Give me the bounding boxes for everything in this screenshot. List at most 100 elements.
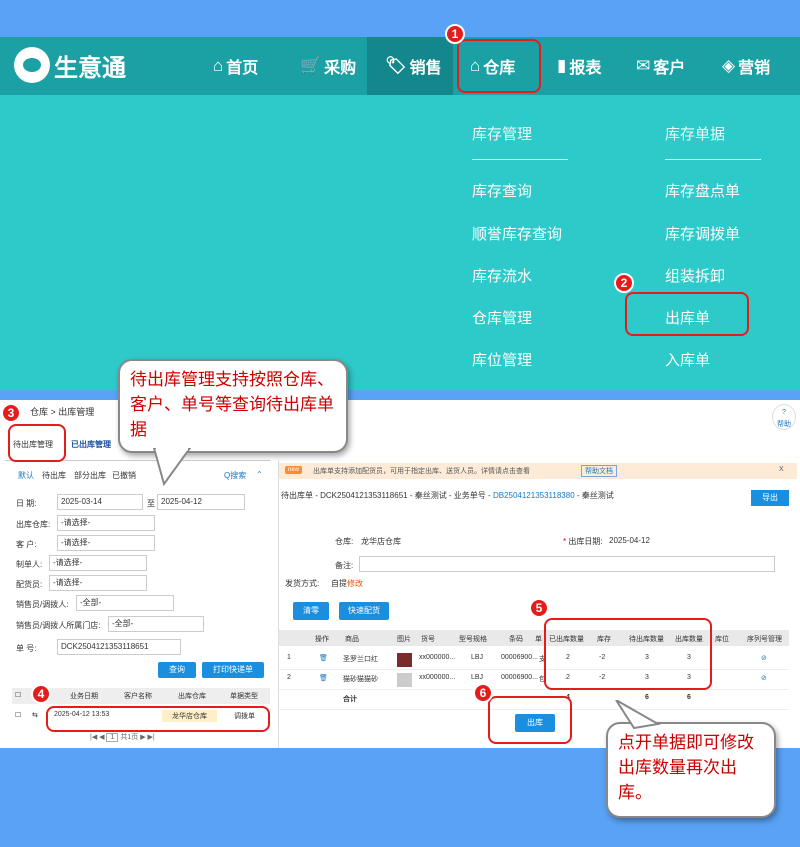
dd-divider [472, 159, 568, 160]
creator-label: 制单人: [16, 560, 43, 569]
filter-partial[interactable]: 部分出库 [74, 470, 106, 481]
table-row[interactable]: 2 🗑 猫砂猫猫砂 xx000000... LBJ 00006900... 包 … [279, 670, 789, 690]
select-all-checkbox[interactable]: ☐ [15, 691, 21, 699]
pager-prev-icon[interactable]: |◀ ◀ [90, 734, 106, 741]
serial-icon[interactable]: ⊘ [761, 654, 767, 662]
detail-warehouse-label: 仓库: [335, 537, 354, 546]
detail-warehouse-value: 龙华店仓库 [361, 537, 401, 546]
dd-item-stock-query[interactable]: 库存查询 [472, 180, 532, 201]
step-badge-3: 3 [1, 403, 21, 423]
detail-date-value: 2025-04-12 [609, 536, 650, 545]
dd-item-stock-flow[interactable]: 库存流水 [472, 265, 532, 286]
breadcrumb: 仓库 > 出库管理 [30, 407, 95, 417]
help-doc-link[interactable]: 帮助文档 [581, 465, 617, 477]
dd-item-inbound[interactable]: 入库单 [665, 349, 710, 370]
highlight-row [46, 706, 270, 732]
dd-item-transfer[interactable]: 库存调拨单 [665, 223, 740, 244]
delete-icon[interactable]: 🗑 [319, 674, 328, 682]
pager-current[interactable]: 1 [106, 733, 119, 742]
detail-table-header: 操作 商品 图片 货号 型号规格 条码 单 已出库数量 库存 待出库数量 出库数… [279, 630, 789, 646]
clipboard-icon: ▮ [557, 56, 567, 75]
close-icon[interactable]: X [779, 466, 784, 473]
callout-bottom-tail [615, 700, 661, 730]
order-no-input[interactable]: DCK2504121353118651 [57, 639, 181, 655]
callout-top: 待出库管理支持按照仓库、客户、单号等查询待出库单据 [118, 359, 348, 453]
search-link[interactable]: Q搜索 [224, 470, 246, 481]
home-icon: ⌂ [213, 56, 224, 75]
highlight-pending-tab [8, 424, 66, 462]
help-button[interactable]: ? 帮助 [772, 404, 796, 430]
filter-cancelled[interactable]: 已撤销 [112, 470, 136, 481]
query-button[interactable]: 查询 [158, 662, 196, 678]
date-from-input[interactable]: 2025-03-14 [57, 494, 143, 510]
row-open-icon[interactable]: ⇆ [32, 711, 38, 719]
date-label: 日 期: [16, 499, 37, 508]
nav-marketing[interactable]: ◈ 营销 [722, 37, 770, 95]
picker-label: 配货员: [16, 580, 43, 589]
quick-pick-button[interactable]: 快速配货 [339, 602, 389, 620]
store-label: 销售员/调拨人所属门店: [16, 621, 101, 630]
filter-default[interactable]: 默认 [18, 470, 34, 481]
product-thumbnail [397, 653, 412, 667]
salesperson-label: 销售员/调拨人: [16, 600, 69, 609]
highlight-qty-columns [544, 618, 712, 690]
delete-icon[interactable]: 🗑 [319, 654, 328, 662]
dd-divider [665, 159, 761, 160]
ship-method-value: 自提 [331, 579, 347, 588]
customer-select[interactable]: -请选择- [57, 535, 155, 551]
product-thumbnail [397, 673, 412, 687]
mail-icon: ✉ [636, 56, 651, 75]
print-express-button[interactable]: 打印快递单 [202, 662, 264, 678]
biz-no-link[interactable]: DB2504121353118380 [493, 491, 575, 500]
step-badge-2: 2 [614, 273, 634, 293]
warehouse-dropdown: 库存管理 库存查询 顺誉库存查询 库存流水 仓库管理 库位管理 库存单据 库存盘… [0, 95, 800, 390]
collapse-icon[interactable]: ⌃ [256, 470, 263, 479]
pager: |◀ ◀ 1 共1页 ▶ ▶| [90, 733, 155, 742]
top-nav: 生意通 ⌂ 首页 🛒 采购 🏷 销售 ⌂ 仓库 ▮ 报表 ✉ 客户 ◈ 营销 [0, 37, 800, 95]
tab-shipped-outbound[interactable]: 已出库管理 [71, 439, 111, 450]
tag-icon: 🏷 [385, 56, 407, 75]
highlight-outbound-item [625, 292, 749, 336]
dd-item-assembly[interactable]: 组装拆卸 [665, 265, 725, 286]
dd-item-stocktake[interactable]: 库存盘点单 [665, 180, 740, 201]
nav-reports[interactable]: ▮ 报表 [557, 37, 601, 95]
nav-purchase[interactable]: 🛒 采购 [300, 37, 356, 95]
dd-item-warehouse-mgmt[interactable]: 仓库管理 [472, 307, 532, 328]
dd-item-sy-stock-query[interactable]: 顺誉库存查询 [472, 223, 562, 244]
help-icon: ? [782, 409, 786, 416]
filter-pending[interactable]: 待出库 [42, 470, 66, 481]
export-button[interactable]: 导出 [751, 490, 789, 506]
serial-icon[interactable]: ⊘ [761, 674, 767, 682]
date-to-input[interactable]: 2025-04-12 [157, 494, 245, 510]
nav-home[interactable]: ⌂ 首页 [213, 37, 258, 95]
new-badge: new [285, 466, 303, 474]
row-checkbox[interactable]: ☐ [15, 711, 21, 719]
step-badge-6: 6 [473, 683, 493, 703]
store-select[interactable]: -全部- [108, 616, 204, 632]
logo[interactable]: 生意通 [14, 47, 126, 83]
notice-bar: new 出库单支持添加配货员，可用于指定出库、送货人员。详情请点击查看 帮助文档… [279, 463, 797, 479]
warehouse-select[interactable]: -请选择- [57, 515, 155, 531]
creator-select[interactable]: -请选择- [49, 555, 147, 571]
date-sep: 至 [147, 499, 155, 508]
customer-label: 客 户: [16, 540, 37, 549]
logo-icon [14, 47, 50, 83]
salesperson-select[interactable]: -全部- [76, 595, 174, 611]
note-input[interactable] [359, 556, 775, 572]
table-row[interactable]: 1 🗑 圣罗兰口红 xx000000... LBJ 00006900... 支 … [279, 650, 789, 670]
ship-method-label: 发货方式: [285, 579, 320, 588]
dd-item-location-mgmt[interactable]: 库位管理 [472, 349, 532, 370]
warehouse-label: 出库仓库: [16, 520, 51, 529]
pager-next-icon[interactable]: ▶ ▶| [138, 734, 155, 741]
notice-text: 出库单支持添加配货员，可用于指定出库、送货人员。详情请点击查看 [313, 468, 530, 475]
marketing-tag-icon: ◈ [722, 56, 736, 75]
detail-title: 待出库单 - DCK2504121353118651 - 秦丝测试 - 业务单号… [281, 491, 614, 500]
dd-heading-docs: 库存单据 [665, 126, 726, 143]
picker-select[interactable]: -请选择- [49, 575, 147, 591]
step-badge-4: 4 [31, 684, 51, 704]
nav-sales[interactable]: 🏷 销售 [367, 37, 453, 95]
nav-customers[interactable]: ✉ 客户 [636, 37, 685, 95]
clear-button[interactable]: 清零 [293, 602, 329, 620]
dd-heading-inventory: 库存管理 [472, 126, 533, 143]
ship-method-edit[interactable]: 修改 [347, 578, 363, 589]
